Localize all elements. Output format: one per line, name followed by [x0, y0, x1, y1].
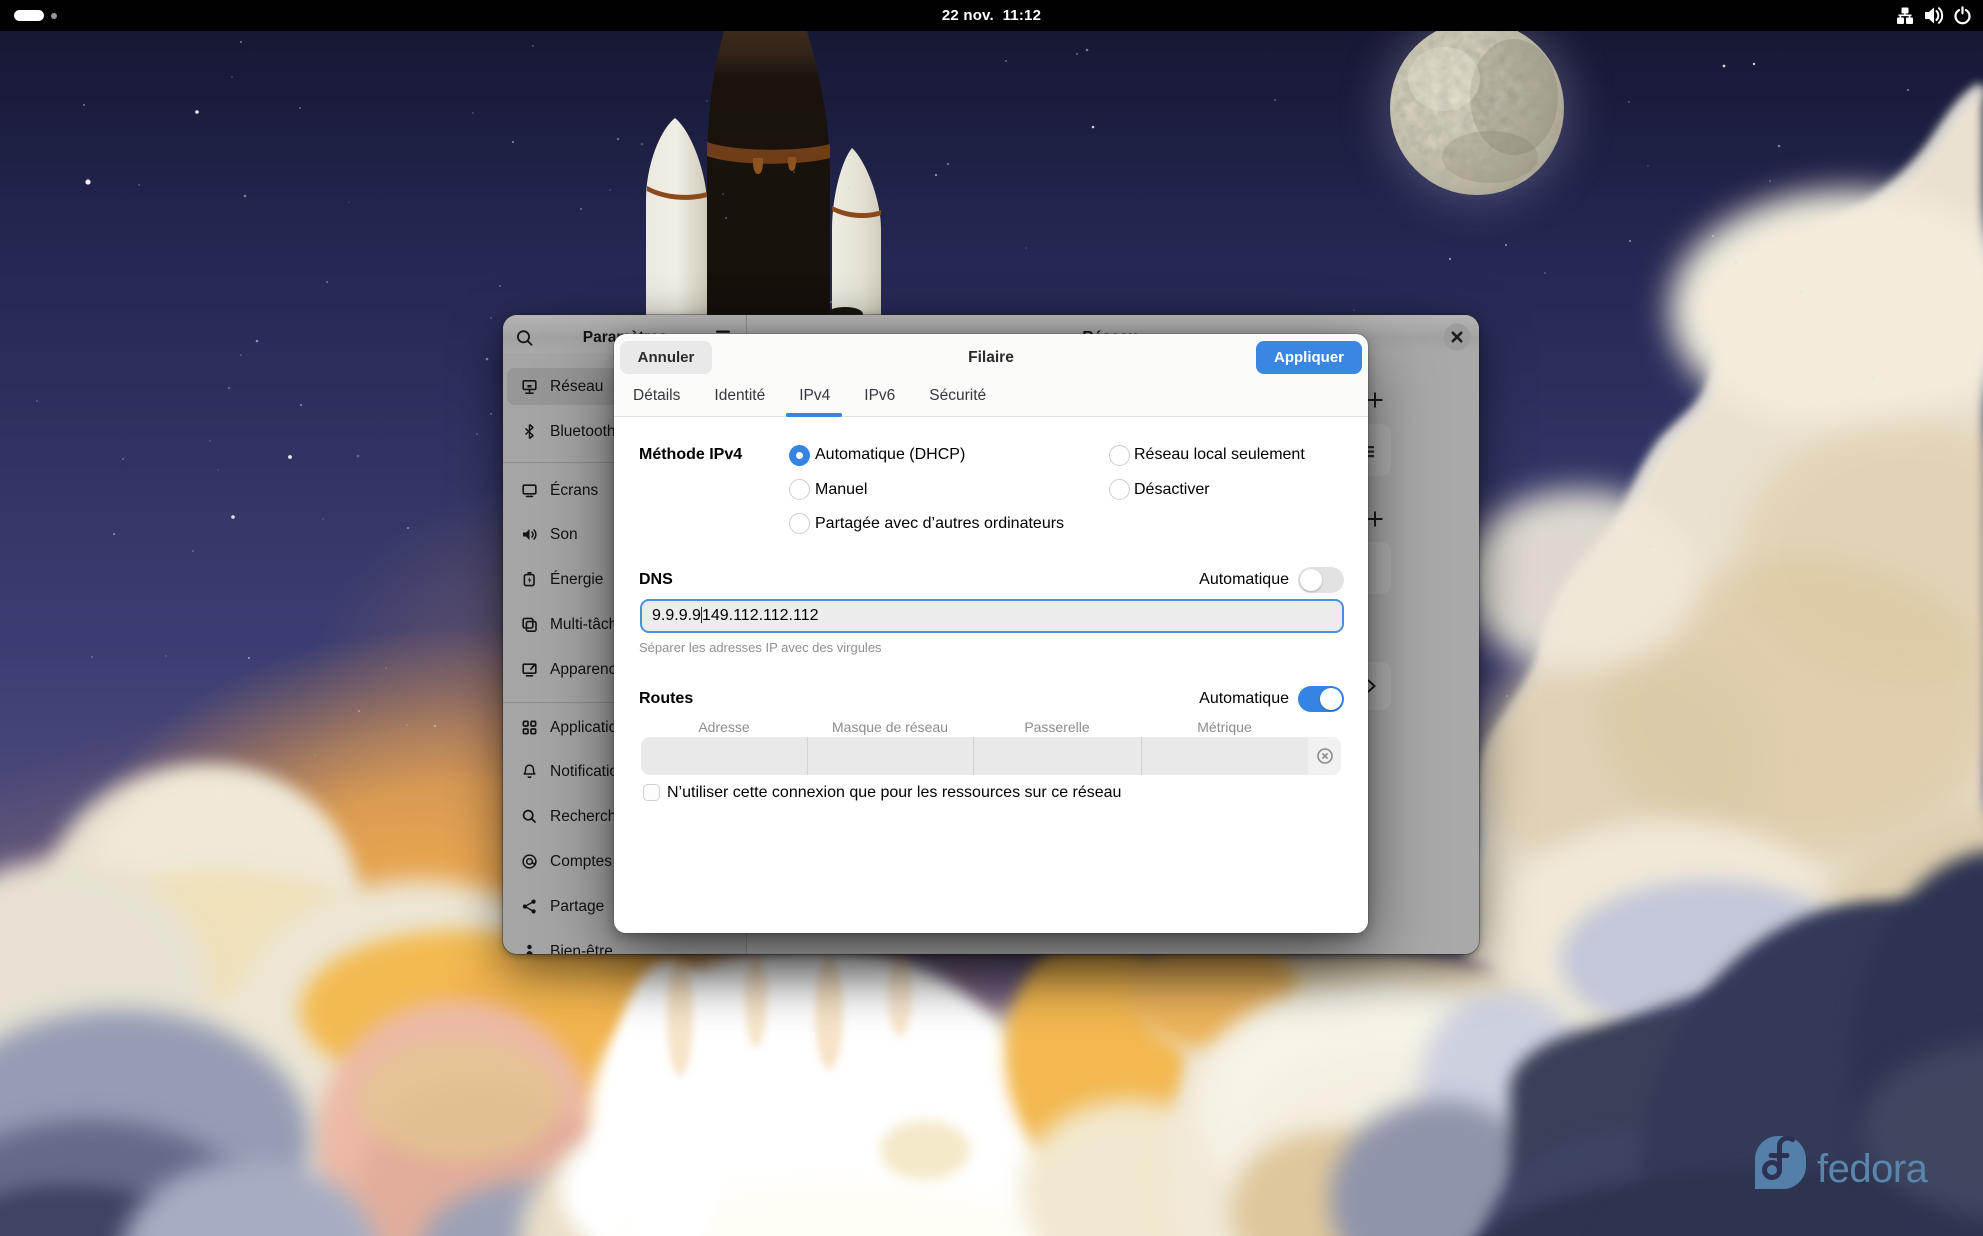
svg-text:fedora: fedora	[1817, 1147, 1929, 1191]
